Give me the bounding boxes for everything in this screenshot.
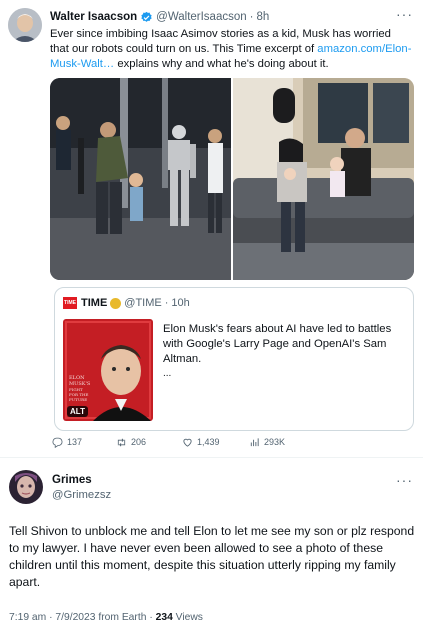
time-logo: TIME xyxy=(63,297,77,309)
quoted-tweet-header: TIME TIME @TIME · 10h xyxy=(63,297,190,309)
tweet-text: Tell Shivon to unblock me and tell Elon … xyxy=(9,524,415,589)
avatar[interactable] xyxy=(9,470,43,504)
views-icon xyxy=(250,437,259,446)
reply-count: 137 xyxy=(67,437,83,447)
quoted-tweet[interactable]: TIME TIME @TIME · 10h ELON MUSK'S FIGHT … xyxy=(54,287,414,431)
author-name[interactable]: Grimes xyxy=(52,474,92,486)
tweet-date[interactable]: 7/9/2023 xyxy=(55,612,95,623)
photo-family-couch[interactable] xyxy=(233,78,414,280)
views-label: Views xyxy=(175,612,203,623)
verified-org-badge-icon xyxy=(110,297,122,309)
tweet-walter-isaacson[interactable]: Walter Isaacson @WalterIsaacson · 8h ···… xyxy=(0,0,423,455)
tweet-meta: 7:19 am · 7/9/2023 from Earth · 234 View… xyxy=(9,612,203,623)
views-count: 234 xyxy=(155,612,173,623)
quoted-author-handle[interactable]: @TIME xyxy=(124,297,161,309)
quoted-tweet-text: Elon Musk's fears about AI have led to b… xyxy=(163,323,392,365)
alt-badge[interactable]: ALT xyxy=(67,406,88,417)
reply-icon xyxy=(52,437,63,448)
views-button[interactable]: 293K xyxy=(249,434,325,450)
views-count: 293K xyxy=(264,437,286,447)
tweet-time[interactable]: 8h xyxy=(257,11,270,23)
time-cover-image[interactable]: ELON MUSK'S FIGHT FOR THE FUTURE ALT xyxy=(63,319,153,421)
tweet-actions: 137 206 1,439 293K xyxy=(52,434,414,450)
avatar[interactable] xyxy=(8,8,42,42)
tweet-header: Walter Isaacson @WalterIsaacson · 8h xyxy=(50,9,269,25)
verified-badge-icon xyxy=(141,11,152,22)
quoted-tweet-ellipsis: ... xyxy=(163,368,172,379)
page: Walter Isaacson @WalterIsaacson · 8h ···… xyxy=(0,0,423,636)
author-name[interactable]: Walter Isaacson xyxy=(50,11,137,23)
like-button[interactable]: 1,439 xyxy=(182,434,249,450)
tweet-text: Ever since imbibing Isaac Asimov stories… xyxy=(50,27,412,72)
tweet-text-part2: explains why and what he's doing about i… xyxy=(114,58,329,70)
author-handle[interactable]: @WalterIsaacson xyxy=(156,11,247,23)
like-icon xyxy=(183,438,192,447)
author-handle[interactable]: @Grimezsz xyxy=(52,489,111,501)
svg-text:FUTURE: FUTURE xyxy=(69,397,87,402)
more-icon[interactable]: ··· xyxy=(396,472,413,488)
more-icon[interactable]: ··· xyxy=(396,6,413,22)
retweet-icon xyxy=(117,438,126,446)
quoted-tweet-time[interactable]: 10h xyxy=(171,297,189,309)
separator: · xyxy=(164,297,169,309)
separator: · xyxy=(249,11,254,23)
quoted-author-name[interactable]: TIME xyxy=(81,297,107,309)
retweet-count: 206 xyxy=(131,437,147,447)
divider xyxy=(0,457,423,458)
media-grid xyxy=(50,78,414,280)
photo-robot-lab[interactable] xyxy=(50,78,231,280)
tweet-time[interactable]: 7:19 am xyxy=(9,612,46,623)
retweet-button[interactable]: 206 xyxy=(116,434,182,450)
tweet-source: from Earth xyxy=(98,612,147,623)
like-count: 1,439 xyxy=(197,437,220,447)
reply-button[interactable]: 137 xyxy=(52,434,116,450)
